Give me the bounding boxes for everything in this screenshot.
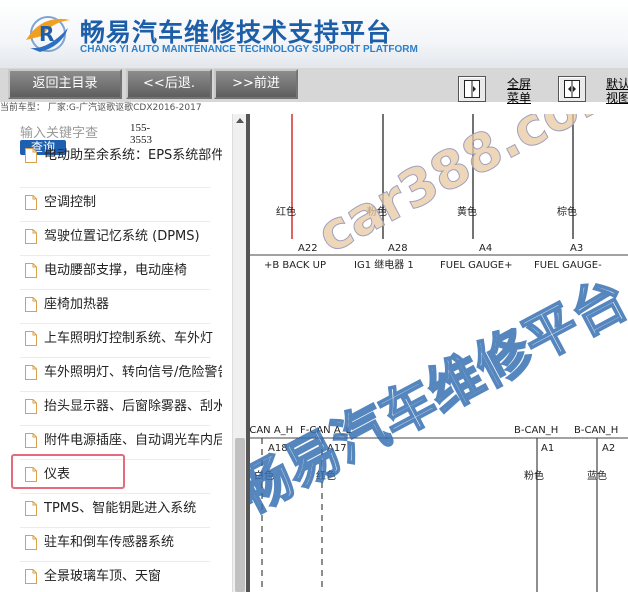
list-item[interactable]: 电动腰部支撑，电动座椅 (12, 258, 222, 286)
watermark-name: 畅易汽车维修平台 (250, 267, 628, 525)
wire-color-label: 粉色 (524, 469, 544, 482)
app-subtitle: CHANG YI AUTO MAINTENANCE TECHNOLOGY SUP… (80, 44, 418, 55)
list-item[interactable]: 全景玻璃车顶、天窗 (12, 564, 222, 592)
pin-label: A2 (602, 443, 615, 454)
signal-label: F-CAN A_H (250, 425, 293, 436)
list-divider (20, 493, 210, 494)
pin-label: A1 (541, 443, 554, 454)
list-divider (20, 561, 210, 562)
list-item[interactable]: 座椅加热器 (12, 292, 222, 320)
wire-color-label: 黄色 (457, 205, 477, 218)
list-item-label: 驻车和倒车传感器系统 (44, 535, 175, 550)
list-item-label: 驾驶位置记忆系统 (DPMS) (44, 229, 200, 244)
list-item-label: 车外照明灯、转向信号/危险警告 (44, 365, 222, 380)
signal-label: B-CAN_H (514, 425, 558, 436)
back-to-main-button[interactable]: 返回主目录 (8, 69, 122, 99)
document-icon (25, 263, 37, 278)
signal-label: FUEL GAUGE- (534, 260, 602, 271)
list-divider (20, 187, 210, 188)
list-item[interactable]: 车外照明灯、转向信号/危险警告 (12, 360, 222, 388)
selected-item-highlight (11, 454, 125, 489)
document-icon (25, 331, 37, 346)
document-icon (25, 399, 37, 414)
app-window: R 畅易汽车维修技术支持平台 CHANG YI AUTO MAINTENANCE… (0, 0, 628, 592)
wiring-diagram-svg: 红色粉色 黄色 棕色 A22 A28 A4 A3 +B BACK UP IG1 继电器 1 FUE… (250, 114, 628, 592)
document-icon (25, 148, 37, 163)
list-item[interactable]: TPMS、智能钥匙进入系统 (12, 496, 222, 524)
list-divider (20, 391, 210, 392)
forward-button[interactable]: >>前进 (214, 69, 298, 99)
document-icon (25, 195, 37, 210)
list-item[interactable]: 电动助至余系统：EPS系统部件 (12, 143, 222, 171)
document-icon (25, 365, 37, 380)
list-item-label: 电动助至余系统：EPS系统部件 (44, 148, 222, 163)
back-button[interactable]: <<后退. (126, 69, 212, 99)
default-view-icon (564, 80, 580, 98)
list-item[interactable]: 抬头显示器、后窗除雾器、刮水器 (12, 394, 222, 422)
wiring-diagram: 红色粉色 黄色 棕色 A22 A28 A4 A3 +B BACK UP IG1 继电器 1 FUE… (250, 114, 628, 592)
list-item-label: TPMS、智能钥匙进入系统 (44, 501, 197, 516)
list-item-label: 座椅加热器 (44, 297, 110, 312)
list-divider (20, 527, 210, 528)
list-item-label: 抬头显示器、后窗除雾器、刮水器 (44, 399, 222, 414)
logo-icon: R (26, 16, 70, 52)
list-divider (20, 255, 210, 256)
list-item-label: 上车照明灯控制系统、车外灯 (44, 331, 214, 346)
header-banner: R 畅易汽车维修技术支持平台 CHANG YI AUTO MAINTENANCE… (0, 0, 628, 68)
wire-color-label: 红色 (276, 205, 296, 218)
pin-label: A22 (298, 243, 318, 254)
fullscreen-label[interactable]: 全屏 (507, 77, 531, 91)
list-item-label: 全景玻璃车顶、天窗 (44, 569, 162, 584)
list-item[interactable]: 驾驶位置记忆系统 (DPMS) (12, 224, 222, 252)
signal-label: +B BACK UP (264, 260, 326, 271)
document-icon (25, 535, 37, 550)
list-item[interactable]: 附件电源插座、自动调光车内后视 (12, 428, 222, 456)
default-view-button[interactable] (558, 76, 586, 102)
signal-label: IG1 继电器 1 (354, 258, 414, 271)
list-scrollbar[interactable] (232, 114, 246, 592)
list-item[interactable]: 驻车和倒车传感器系统 (12, 530, 222, 558)
list-item[interactable]: 上车照明灯控制系统、车外灯 (12, 326, 222, 354)
left-panel: 查询 155- 3553 电动助至余系统：EPS系统部件空调控制驾驶位置记忆系统… (0, 114, 232, 592)
document-icon (25, 569, 37, 584)
document-icon (25, 297, 37, 312)
list-divider (20, 425, 210, 426)
default-label[interactable]: 默认 (606, 77, 628, 91)
document-icon (25, 229, 37, 244)
list-item-label: 电动腰部支撑，电动座椅 (44, 263, 188, 278)
current-vehicle-info: 当前车型： 厂家:G-广汽讴歌讴歌CDX2016-2017 (0, 103, 202, 113)
wire-color-label: 蓝色 (587, 469, 607, 482)
scroll-thumb[interactable] (235, 438, 245, 592)
pin-label: A3 (570, 243, 583, 254)
pin-label: A28 (388, 243, 408, 254)
list-item-label: 附件电源插座、自动调光车内后视 (44, 433, 222, 448)
view-label[interactable]: 视图 (606, 91, 628, 105)
fullscreen-button[interactable] (458, 76, 486, 102)
list-divider (20, 221, 210, 222)
list-divider (20, 323, 210, 324)
document-icon (25, 501, 37, 516)
svg-text:R: R (39, 22, 54, 46)
document-icon (25, 433, 37, 448)
fullscreen-icon (464, 80, 480, 98)
signal-label: B-CAN_H (574, 425, 618, 436)
list-divider (20, 357, 210, 358)
scroll-up-arrow-icon[interactable] (236, 118, 244, 123)
list-item-label: 空调控制 (44, 195, 97, 210)
code-line-1: 155- (130, 122, 151, 134)
list-item[interactable]: 空调控制 (12, 190, 222, 218)
signal-label: FUEL GAUGE+ (440, 260, 513, 271)
wire-color-label: 棕色 (557, 205, 577, 218)
pin-label: A4 (479, 243, 492, 254)
list-divider (20, 289, 210, 290)
menu-label[interactable]: 菜单 (507, 91, 531, 105)
toolbar: 返回主目录 <<后退. >>前进 全屏 菜单 默认 视图 (0, 68, 628, 105)
